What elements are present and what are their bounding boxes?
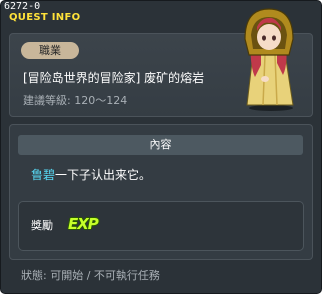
quest-description-text: 一下子认出来它。 [55,168,152,182]
job-badge: 職業 [21,42,79,59]
hooded-npc-portrait-icon [244,8,294,111]
quest-name: [冒险岛世界的冒险家] 废矿的熔岩 [23,71,205,85]
reward-box [18,201,304,251]
exp-icon: EXP [68,215,99,233]
reward-label: 獎勵 [31,219,53,232]
quest-id: 6272-0 [4,1,41,12]
quest-description: 鲁碧一下子认出来它。 [31,166,151,183]
npc-name-link[interactable]: 鲁碧 [31,168,55,182]
content-header: 內容 [18,135,303,155]
window-title: QUEST INFO [9,12,81,23]
level-requirement: 建議等級: 120～124 [23,94,128,107]
quest-status: 狀態: 可開始 / 不可執行任務 [21,269,160,282]
quest-info-window: 6272-0 QUEST INFO 職業 [冒险岛世界的冒险家] 废矿的熔岩 建… [0,0,322,294]
